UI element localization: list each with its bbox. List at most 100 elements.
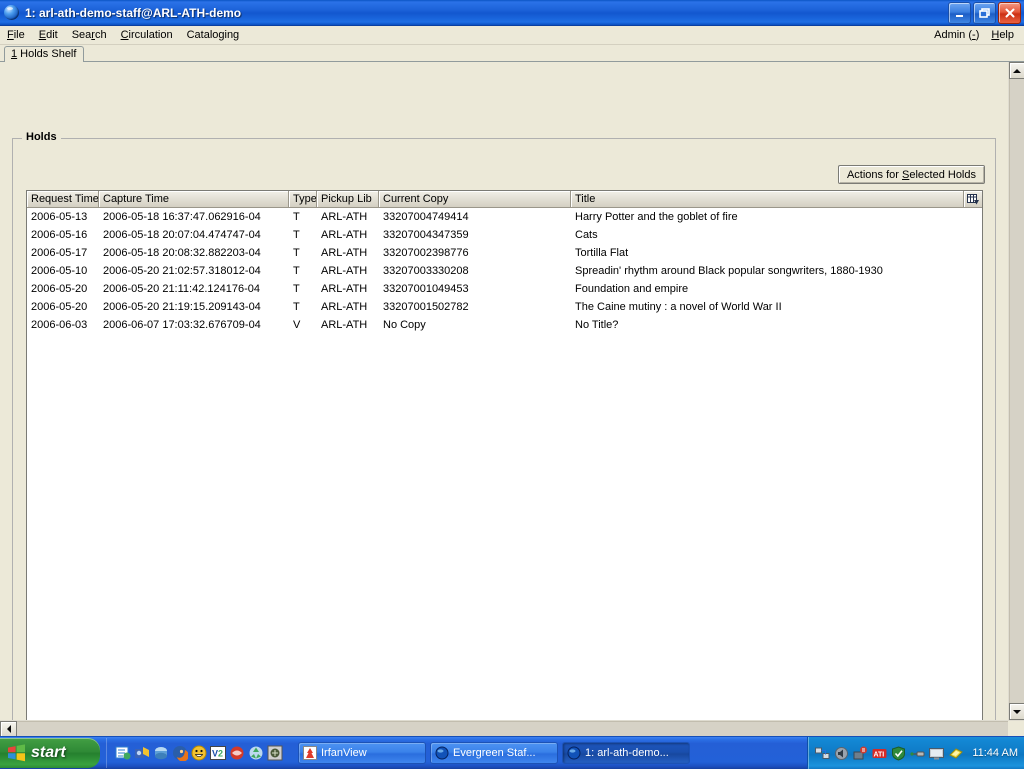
cell-capture-time: 2006-05-18 20:07:04.474747-04 [99, 226, 289, 244]
clock[interactable]: 11:44 AM [972, 747, 1018, 759]
cell-capture-time: 2006-06-07 17:03:32.676709-04 [99, 316, 289, 334]
column-header-current-copy[interactable]: Current Copy [379, 191, 571, 207]
menu-cataloging[interactable]: Cataloging [180, 27, 247, 44]
cell-request-time: 2006-05-20 [27, 280, 99, 298]
media-player-icon[interactable] [134, 745, 150, 761]
holds-groupbox-legend: Holds [22, 131, 61, 143]
taskbar-button-evergreen-staff[interactable]: Evergreen Staf... [430, 742, 558, 764]
window-title: 1: arl-ath-demo-staff@ARL-ATH-demo [25, 6, 241, 20]
horizontal-scrollbar[interactable] [0, 720, 1024, 736]
cell-type: T [289, 298, 317, 316]
volume-icon[interactable] [834, 746, 849, 761]
cell-capture-time: 2006-05-20 21:02:57.318012-04 [99, 262, 289, 280]
cell-request-time: 2006-05-10 [27, 262, 99, 280]
column-header-type[interactable]: Type [289, 191, 317, 207]
ati-icon[interactable]: ATI [872, 746, 887, 761]
actions-for-selected-holds-button[interactable]: Actions for Selected Holds [838, 165, 985, 184]
cell-capture-time: 2006-05-20 21:11:42.124176-04 [99, 280, 289, 298]
vertical-scrollbar[interactable] [1008, 62, 1024, 720]
close-button[interactable] [998, 2, 1021, 24]
cell-current-copy: 33207001502782 [379, 298, 571, 316]
cell-request-time: 2006-05-20 [27, 298, 99, 316]
table-row[interactable]: 2006-05-10 2006-05-20 21:02:57.318012-04… [27, 262, 982, 280]
vertical-scrollbar-track[interactable] [1009, 79, 1024, 703]
taskbar-button-arl-ath-demo[interactable]: 1: arl-ath-demo... [562, 742, 690, 764]
table-header-row: Request Time Capture Time Type Pickup Li… [27, 191, 982, 208]
table-row[interactable]: 2006-05-20 2006-05-20 21:19:15.209143-04… [27, 298, 982, 316]
taskbar-button-irfanview[interactable]: IrfanView [298, 742, 426, 764]
v2-icon[interactable]: V2 [210, 745, 226, 761]
tab-holds-shelf[interactable]: 1 Holds Shelf [4, 46, 84, 62]
column-header-capture-time[interactable]: Capture Time [99, 191, 289, 207]
cell-type: T [289, 280, 317, 298]
title-bar[interactable]: 1: arl-ath-demo-staff@ARL-ATH-demo [0, 0, 1024, 26]
safely-remove-icon[interactable] [948, 746, 963, 761]
menu-file[interactable]: File [0, 27, 32, 44]
network-icon[interactable] [815, 746, 830, 761]
cell-request-time: 2006-06-03 [27, 316, 99, 334]
menu-bar-right: Admin (-) Help [928, 26, 1020, 44]
cell-current-copy: 33207004347359 [379, 226, 571, 244]
cell-title: Cats [571, 226, 982, 244]
recycle-icon[interactable] [248, 745, 264, 761]
menu-search[interactable]: Search [65, 27, 114, 44]
start-button[interactable]: start [0, 738, 100, 768]
menu-edit[interactable]: Edit [32, 27, 65, 44]
column-header-request-time[interactable]: Request Time [27, 191, 99, 207]
column-header-pickup-lib[interactable]: Pickup Lib [317, 191, 379, 207]
cell-request-time: 2006-05-17 [27, 244, 99, 262]
table-row[interactable]: 2006-06-03 2006-06-07 17:03:32.676709-04… [27, 316, 982, 334]
cell-pickup-lib: ARL-ATH [317, 226, 379, 244]
cell-type: T [289, 244, 317, 262]
column-picker-icon[interactable] [964, 191, 982, 207]
menu-admin[interactable]: Admin (-) [928, 27, 985, 44]
scroll-down-icon[interactable] [1009, 703, 1024, 720]
menu-bar: File Edit Search Circulation Cataloging … [0, 26, 1024, 45]
table-row[interactable]: 2006-05-20 2006-05-20 21:11:42.124176-04… [27, 280, 982, 298]
cell-pickup-lib: ARL-ATH [317, 298, 379, 316]
table-row[interactable]: 2006-05-13 2006-05-18 16:37:47.062916-04… [27, 208, 982, 226]
taskbar-button-label: 1: arl-ath-demo... [585, 747, 669, 759]
scrollbar-corner [1008, 721, 1024, 736]
globe-icon [567, 746, 581, 760]
windows-logo-icon [7, 744, 26, 762]
shield-icon[interactable] [891, 746, 906, 761]
menu-help[interactable]: Help [985, 27, 1020, 44]
cell-title: No Title? [571, 316, 982, 334]
table-row[interactable]: 2006-05-17 2006-05-18 20:08:32.882203-04… [27, 244, 982, 262]
cell-pickup-lib: ARL-ATH [317, 208, 379, 226]
cell-request-time: 2006-05-16 [27, 226, 99, 244]
windows-messenger-icon[interactable] [153, 745, 169, 761]
application-window: 1: arl-ath-demo-staff@ARL-ATH-demo File … [0, 0, 1024, 736]
red-app-icon[interactable] [229, 745, 245, 761]
menu-circulation[interactable]: Circulation [114, 27, 180, 44]
display-icon[interactable] [929, 746, 944, 761]
start-label: start [31, 744, 66, 762]
minimize-button[interactable] [948, 2, 971, 24]
smiley-icon[interactable] [191, 745, 207, 761]
content-pane: Holds Actions for Selected Holds Request… [0, 62, 1008, 720]
window-controls [948, 2, 1021, 24]
cell-current-copy: 33207002398776 [379, 244, 571, 262]
globe-icon [4, 5, 20, 21]
irfanview-icon [303, 746, 317, 760]
holds-list[interactable]: Request Time Capture Time Type Pickup Li… [26, 190, 983, 720]
cell-type: T [289, 262, 317, 280]
scroll-left-icon[interactable] [0, 721, 17, 737]
scroll-up-icon[interactable] [1009, 62, 1024, 79]
cell-type: T [289, 208, 317, 226]
show-desktop-icon[interactable] [115, 745, 131, 761]
horizontal-scrollbar-track[interactable] [17, 721, 1008, 736]
restore-button[interactable] [973, 2, 996, 24]
column-header-title[interactable]: Title [571, 191, 964, 207]
table-row[interactable]: 2006-05-16 2006-05-18 20:07:04.474747-04… [27, 226, 982, 244]
cell-current-copy: No Copy [379, 316, 571, 334]
usb-device-icon[interactable] [910, 746, 925, 761]
holds-groupbox: Holds Actions for Selected Holds Request… [12, 138, 996, 720]
firefox-icon[interactable] [172, 745, 188, 761]
dark-app-icon[interactable] [267, 745, 283, 761]
cell-title: Harry Potter and the goblet of fire [571, 208, 982, 226]
sound-device-icon[interactable] [853, 746, 868, 761]
cell-current-copy: 33207004749414 [379, 208, 571, 226]
system-tray: ATI 11:44 AM [807, 737, 1024, 769]
